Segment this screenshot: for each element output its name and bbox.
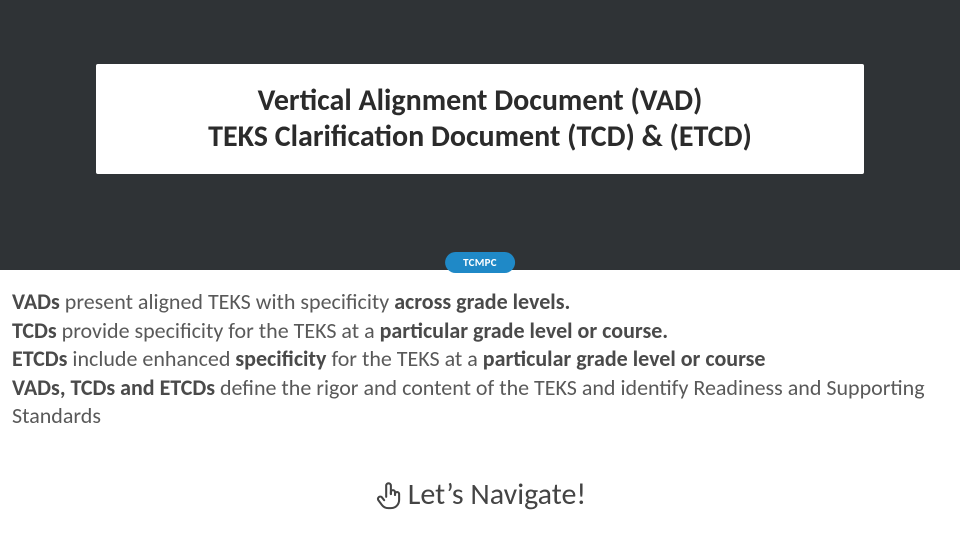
body-line-etcds: ETCDs include enhanced specificity for t…: [12, 345, 948, 374]
title-line-2: TEKS Clarification Document (TCD) & (ETC…: [208, 119, 752, 155]
title-line-1: Vertical Alignment Document (VAD): [258, 83, 703, 119]
etcds-strong2: specificity: [235, 345, 326, 372]
vads-strong2: across grade levels.: [394, 288, 570, 315]
vads-strong: VADs: [12, 288, 60, 315]
etcds-mid1: include enhanced: [67, 345, 235, 372]
lets-navigate-label: Let’s Navigate!: [408, 476, 586, 513]
defs-strong: VADs, TCDs and ETCDs: [12, 374, 215, 401]
slide: Vertical Alignment Document (VAD) TEKS C…: [0, 0, 960, 540]
tcds-mid1: provide specificity for the TEKS at a: [57, 317, 380, 344]
tcmpc-chip: TCMPC: [445, 252, 515, 273]
vads-mid1: present aligned TEKS with specificity: [60, 288, 394, 315]
body-line-vads: VADs present aligned TEKS with specifici…: [12, 288, 948, 317]
tcds-strong2: particular grade level or course.: [380, 317, 669, 344]
hand-point-icon: [374, 480, 404, 510]
etcds-strong: ETCDs: [12, 345, 67, 372]
tcds-strong: TCDs: [12, 317, 57, 344]
title-card: Vertical Alignment Document (VAD) TEKS C…: [96, 64, 864, 174]
lets-navigate: Let’s Navigate!: [0, 476, 960, 513]
body-text: VADs present aligned TEKS with specifici…: [12, 288, 948, 431]
body-line-defs: VADs, TCDs and ETCDs define the rigor an…: [12, 374, 948, 431]
etcds-strong3: particular grade level or course: [483, 345, 766, 372]
etcds-mid2: for the TEKS at a: [326, 345, 482, 372]
body-line-tcds: TCDs provide specificity for the TEKS at…: [12, 317, 948, 346]
